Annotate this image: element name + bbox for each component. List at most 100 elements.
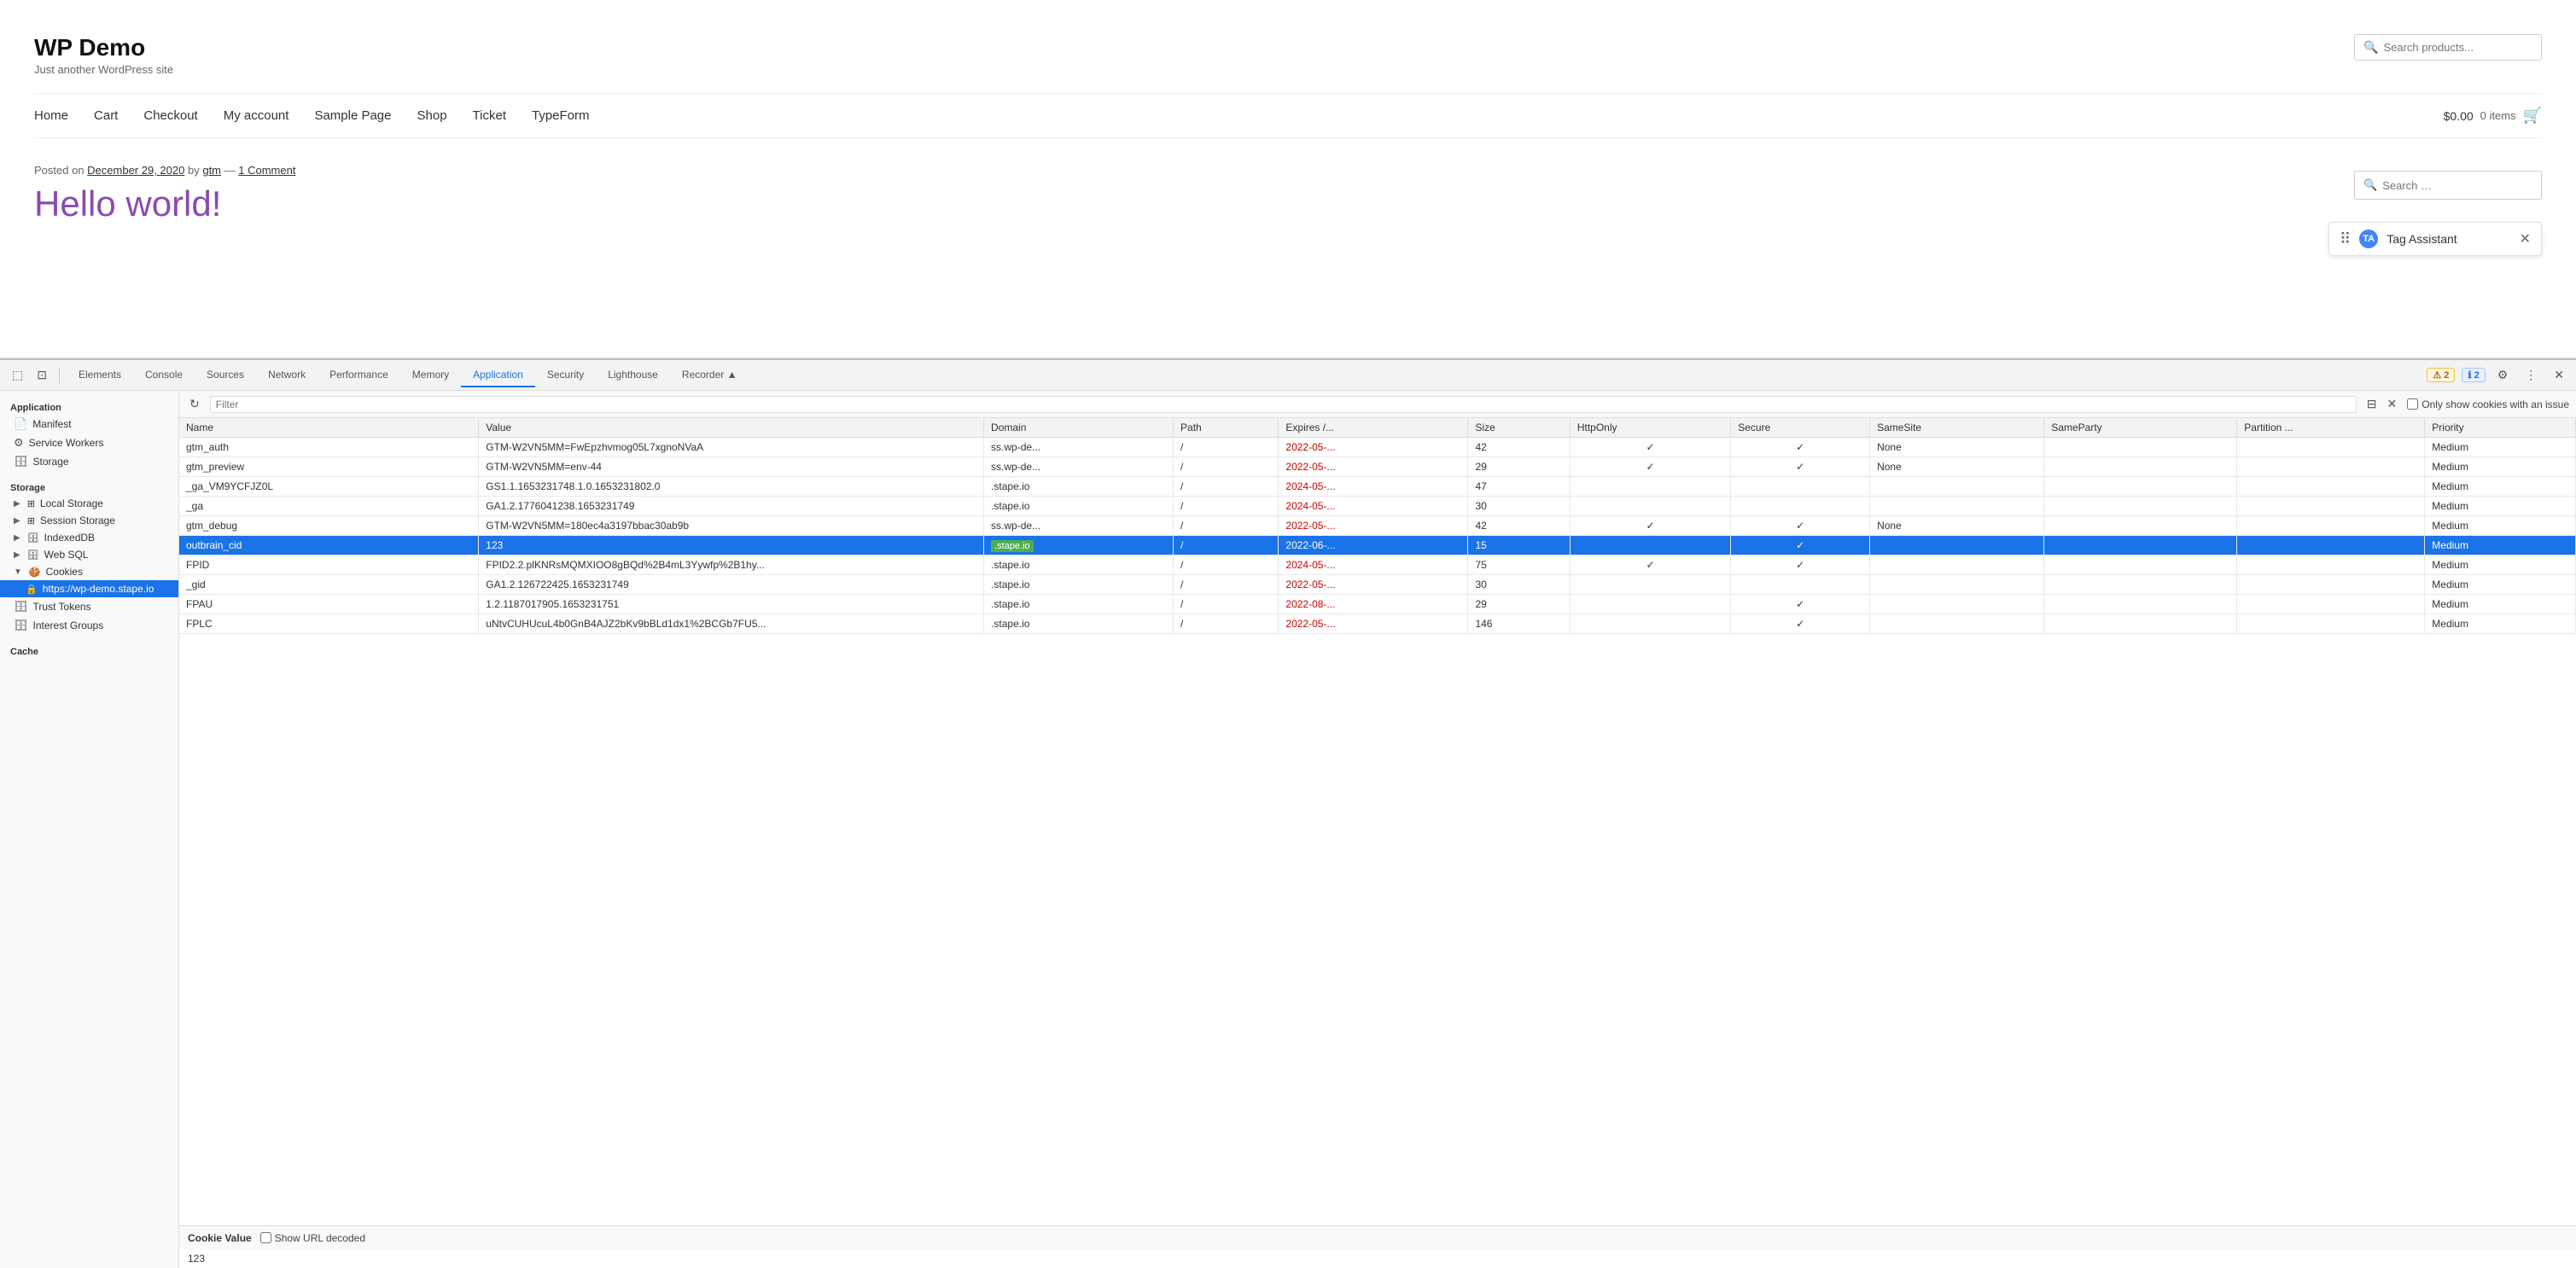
cell-value: FPID2.2.plKNRsMQMXIOO8gBQd%2B4mL3Yywfp%2… <box>479 555 984 575</box>
page-content: Posted on December 29, 2020 by gtm — 1 C… <box>34 138 2542 250</box>
cell-name: _gid <box>179 575 479 595</box>
tab-memory[interactable]: Memory <box>400 364 461 387</box>
cell-domain: .stape.io <box>984 595 1174 614</box>
cell-domain: .stape.io <box>984 536 1174 555</box>
table-row[interactable]: FPID FPID2.2.plKNRsMQMXIOO8gBQd%2B4mL3Yy… <box>179 555 2576 575</box>
close-devtools-icon[interactable]: ✕ <box>2549 364 2569 386</box>
refresh-cookies-button[interactable]: ↻ <box>186 395 203 413</box>
site-title: WP Demo <box>34 34 173 61</box>
cell-samesite: None <box>1870 457 2044 477</box>
table-row[interactable]: FPAU 1.2.1187017905.1653231751 .stape.io… <box>179 595 2576 614</box>
cell-name: _ga_VM9YCFJZ0L <box>179 477 479 497</box>
sidebar-item-interest-groups[interactable]: 🗄 Interest Groups <box>0 616 178 635</box>
cell-path: / <box>1174 477 1279 497</box>
cell-partition <box>2237 477 2425 497</box>
cell-value: 1.2.1187017905.1653231751 <box>479 595 984 614</box>
cell-priority: Medium <box>2425 516 2576 536</box>
search-icon: 🔍 <box>2363 40 2378 55</box>
cell-httponly <box>1570 536 1730 555</box>
sidebar-item-cookies-child[interactable]: 🔒 https://wp-demo.stape.io <box>0 580 178 597</box>
tab-security[interactable]: Security <box>535 364 596 387</box>
cell-partition <box>2237 438 2425 457</box>
sidebar-item-storage[interactable]: 🗄 Storage <box>0 452 178 471</box>
table-row[interactable]: gtm_auth GTM-W2VN5MM=FwEpzhvmog05L7xgnoN… <box>179 438 2576 457</box>
sidebar-item-manifest[interactable]: 📄 Manifest <box>0 415 178 433</box>
tab-elements[interactable]: Elements <box>67 364 133 387</box>
sidebar-item-trust-tokens[interactable]: 🗄 Trust Tokens <box>0 597 178 616</box>
table-row[interactable]: _ga_VM9YCFJZ0L GS1.1.1653231748.1.0.1653… <box>179 477 2576 497</box>
table-row[interactable]: _gid GA1.2.126722425.1653231749 .stape.i… <box>179 575 2576 595</box>
site-search-input[interactable] <box>2383 41 2532 54</box>
nav-shop[interactable]: Shop <box>417 108 447 123</box>
devtools-right-controls: ⚠ 2 ℹ 2 ⚙ ⋮ ✕ <box>2427 364 2569 386</box>
sidebar-search-box[interactable]: 🔍 <box>2354 171 2542 200</box>
table-row[interactable]: outbrain_cid 123 .stape.io / 2022-06-...… <box>179 536 2576 555</box>
sidebar-item-local-storage[interactable]: ▶ ⊞ Local Storage <box>0 495 178 512</box>
cell-domain: ss.wp-de... <box>984 516 1174 536</box>
session-storage-grid-icon: ⊞ <box>27 515 35 526</box>
only-issues-checkbox-area: Only show cookies with an issue <box>2407 398 2569 410</box>
sidebar-search-input[interactable] <box>2382 179 2532 192</box>
table-row[interactable]: gtm_debug GTM-W2VN5MM=180ec4a3197bbac30a… <box>179 516 2576 536</box>
settings-icon[interactable]: ⚙ <box>2492 364 2514 386</box>
post-title: Hello world! <box>34 183 2542 224</box>
cookie-value-section: Cookie Value Show URL decoded <box>179 1225 2576 1249</box>
tab-application[interactable]: Application <box>461 364 535 387</box>
cookie-value-label: Cookie Value <box>188 1232 252 1244</box>
col-path: Path <box>1174 418 1279 438</box>
cell-secure <box>1731 477 1870 497</box>
sidebar-item-web-sql[interactable]: ▶ 🗄 Web SQL <box>0 546 178 563</box>
only-issues-checkbox[interactable] <box>2407 398 2418 410</box>
post-date-link[interactable]: December 29, 2020 <box>87 164 184 177</box>
table-row[interactable]: FPLC uNtvCUHUcuL4b0GnB4AJZ2bKv9bBLd1dx1%… <box>179 614 2576 634</box>
cell-priority: Medium <box>2425 614 2576 634</box>
nav-checkout[interactable]: Checkout <box>143 108 197 123</box>
cell-sameparty <box>2044 438 2237 457</box>
more-options-icon[interactable]: ⋮ <box>2520 364 2542 386</box>
nav-sample-page[interactable]: Sample Page <box>314 108 391 123</box>
devtools-device-icon[interactable]: ⊡ <box>32 364 52 386</box>
table-row[interactable]: gtm_preview GTM-W2VN5MM=env-44 ss.wp-de.… <box>179 457 2576 477</box>
sidebar-item-cookies[interactable]: ▼ 🍪 Cookies <box>0 563 178 580</box>
post-comment-link[interactable]: 1 Comment <box>238 164 295 177</box>
filter-input[interactable] <box>210 396 2357 413</box>
cell-size: 75 <box>1468 555 1570 575</box>
sidebar-item-service-workers[interactable]: ⚙ Service Workers <box>0 433 178 452</box>
cell-size: 30 <box>1468 497 1570 516</box>
table-row[interactable]: _ga GA1.2.1776041238.1653231749 .stape.i… <box>179 497 2576 516</box>
nav-home[interactable]: Home <box>34 108 68 123</box>
cell-domain: .stape.io <box>984 575 1174 595</box>
storage-section-title: Storage <box>0 478 178 495</box>
tab-sources[interactable]: Sources <box>195 364 256 387</box>
devtools-inspect-icon[interactable]: ⬚ <box>7 364 28 386</box>
tab-recorder[interactable]: Recorder ▲ <box>670 364 749 387</box>
cell-name: FPLC <box>179 614 479 634</box>
cell-samesite: None <box>1870 516 2044 536</box>
tab-performance[interactable]: Performance <box>318 364 400 387</box>
show-url-decoded-checkbox[interactable] <box>260 1232 271 1243</box>
tab-network[interactable]: Network <box>256 364 318 387</box>
filter-options-icon[interactable]: ⊟ <box>2363 395 2381 413</box>
show-url-decoded: Show URL decoded <box>260 1232 365 1244</box>
sidebar-item-session-storage[interactable]: ▶ ⊞ Session Storage <box>0 512 178 529</box>
sidebar-item-indexeddb[interactable]: ▶ 🗄 IndexedDB <box>0 529 178 546</box>
tab-lighthouse[interactable]: Lighthouse <box>596 364 670 387</box>
tag-assistant-dots-icon[interactable]: ⠿ <box>2340 230 2351 248</box>
post-author-link[interactable]: gtm <box>202 164 221 177</box>
clear-filter-icon[interactable]: ✕ <box>2384 395 2401 413</box>
cookies-table-wrap: Name Value Domain Path Expires /... Size… <box>179 418 2576 1225</box>
nav-my-account[interactable]: My account <box>224 108 289 123</box>
nav-ticket[interactable]: Ticket <box>473 108 506 123</box>
cell-samesite <box>1870 555 2044 575</box>
site-header: WP Demo Just another WordPress site 🔍 <box>34 17 2542 84</box>
cell-samesite <box>1870 536 2044 555</box>
tag-assistant-close-icon[interactable]: ✕ <box>2520 230 2531 247</box>
nav-typeform[interactable]: TypeForm <box>532 108 590 123</box>
cell-path: / <box>1174 555 1279 575</box>
site-search-box[interactable]: 🔍 <box>2354 34 2542 61</box>
devtools-main-panel: ↻ ⊟ ✕ Only show cookies with an issue Na… <box>179 391 2576 1268</box>
nav-cart[interactable]: Cart <box>94 108 118 123</box>
tab-console[interactable]: Console <box>133 364 195 387</box>
cell-httponly <box>1570 595 1730 614</box>
cell-size: 29 <box>1468 595 1570 614</box>
